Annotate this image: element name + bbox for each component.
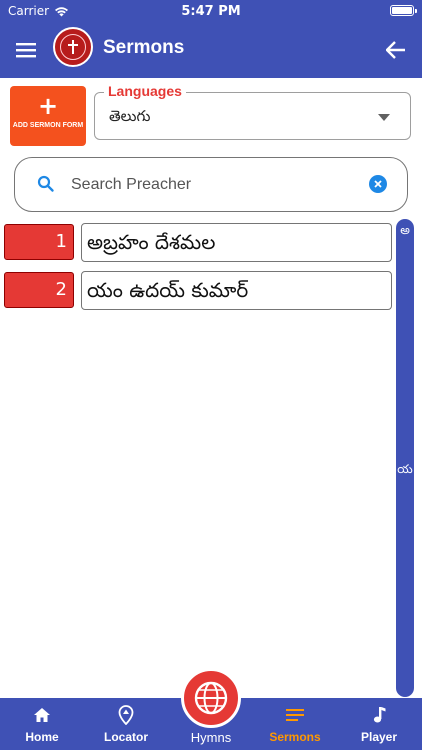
alphabet-index-letter[interactable]: య [396, 462, 414, 479]
alphabet-index-bar[interactable]: అ య [396, 219, 414, 697]
location-pin-icon [118, 705, 134, 725]
plus-icon: + [37, 92, 59, 120]
status-time: 5:47 PM [181, 4, 241, 19]
preacher-name: అబ్రహం దేశమల [81, 223, 392, 262]
globe-book-icon [194, 681, 228, 715]
app-logo [53, 27, 93, 67]
preacher-list: 1 అబ్రహం దేశమల 2 యం ఉదయ్ కుమార్ [4, 223, 392, 319]
nav-home[interactable]: Home [10, 698, 74, 750]
search-input[interactable] [71, 170, 361, 200]
nav-locator-label: Locator [103, 730, 148, 744]
page-title: Sermons [103, 37, 185, 58]
status-bar: Carrier 5:47 PM [0, 0, 422, 22]
church-seal-icon [68, 40, 78, 54]
languages-selected-value: తెలుగు [109, 107, 151, 125]
search-icon [37, 175, 54, 192]
battery-icon [390, 5, 417, 16]
languages-label: Languages [104, 83, 186, 99]
search-bar [14, 157, 408, 212]
nav-sermons[interactable]: Sermons [262, 698, 328, 750]
nav-locator[interactable]: Locator [94, 698, 158, 750]
alphabet-index-letter[interactable]: అ [396, 223, 414, 240]
arrow-left-icon [386, 41, 405, 59]
notes-lines-icon [286, 709, 304, 721]
nav-hymns-button[interactable] [181, 668, 241, 728]
clear-search-button[interactable] [369, 175, 387, 193]
nav-player-label: Player [360, 730, 398, 744]
hamburger-icon [16, 43, 36, 58]
home-icon [34, 708, 50, 722]
preacher-number: 2 [4, 272, 74, 308]
nav-sermons-label: Sermons [269, 730, 321, 744]
preacher-number: 1 [4, 224, 74, 260]
music-note-icon [373, 707, 386, 723]
add-sermon-label: ADD SERMON FORM [12, 122, 84, 129]
nav-home-label: Home [25, 730, 59, 744]
close-icon [374, 180, 382, 188]
languages-dropdown[interactable]: Languages తెలుగు [94, 83, 411, 140]
add-sermon-form-button[interactable]: + ADD SERMON FORM [10, 86, 86, 146]
nav-hymns-label: Hymns [190, 730, 232, 745]
nav-player[interactable]: Player [350, 698, 408, 750]
app-bar: Sermons [0, 22, 422, 78]
caret-down-icon [378, 114, 390, 121]
preacher-name: యం ఉదయ్ కుమార్ [81, 271, 392, 310]
list-item[interactable]: 2 యం ఉదయ్ కుమార్ [4, 271, 392, 310]
menu-button[interactable] [12, 36, 40, 64]
back-button[interactable] [382, 36, 410, 64]
list-item[interactable]: 1 అబ్రహం దేశమల [4, 223, 392, 262]
